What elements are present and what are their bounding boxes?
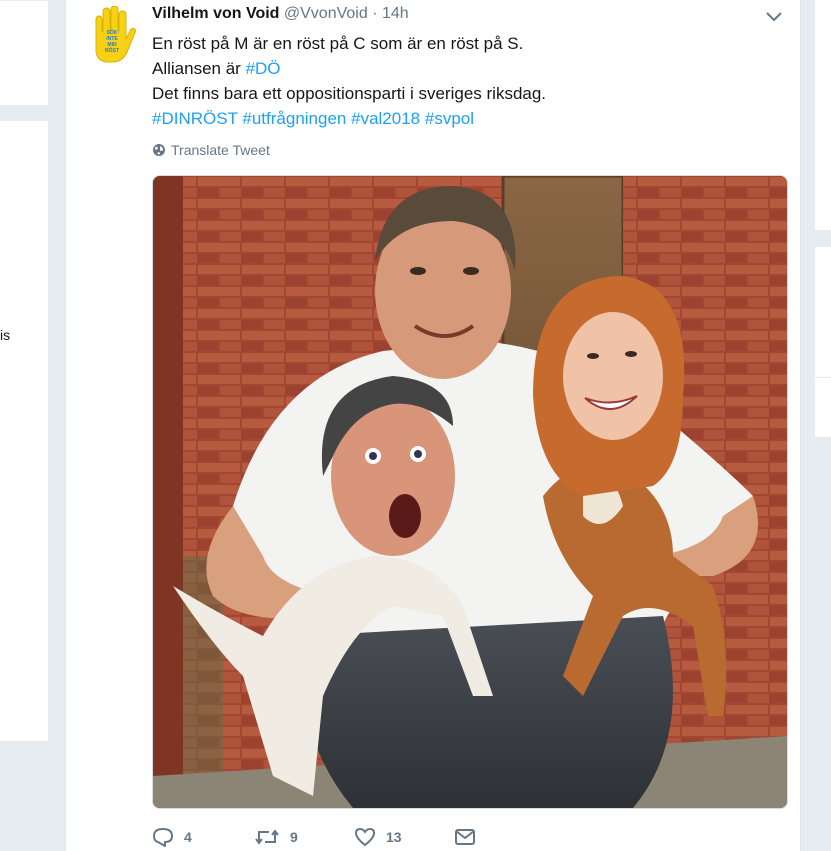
reply-icon [153,828,173,847]
right-sidebar-card [815,0,831,230]
hashtag-line: #DINRÖST #utfrågningen #val2018 #svpol [152,106,772,131]
globe-icon [153,144,165,156]
direct-message-button[interactable] [454,828,476,846]
hashtag-link[interactable]: #svpol [425,109,474,128]
chevron-down-icon[interactable] [765,10,783,24]
photo-illustration [153,176,787,808]
like-count: 13 [386,829,402,845]
tweet-text: En röst på M är en röst på C som är en r… [152,31,772,131]
author-name[interactable]: Vilhelm von Void [152,5,279,22]
right-sidebar-card [815,246,831,437]
retweet-count: 9 [290,829,298,845]
raised-hand-logo: SÖK INTE MIN RÖST [95,5,136,63]
tweet-text-line: Det finns bara ett oppositionsparti i sv… [152,84,547,103]
author-handle[interactable]: @VvonVoid [284,5,368,22]
avatar-logo-text: SÖK [107,29,118,36]
tweet-header: Vilhelm von Void @VvonVoid · 14h [152,5,409,23]
reply-count: 4 [184,829,192,845]
hashtag-link[interactable]: #utfrågningen [242,109,346,128]
hashtag-link[interactable]: #DÖ [246,59,281,78]
separator-dot: · [372,5,378,22]
tweet-text-line: Alliansen är #DÖ [152,56,772,81]
retweet-button[interactable]: 9 [254,827,298,847]
hashtag-link[interactable]: #DINRÖST [152,109,238,128]
tweet-text-fragment: Alliansen är [152,59,246,78]
hashtag-link[interactable]: #val2018 [351,109,420,128]
avatar[interactable]: SÖK INTE MIN RÖST [86,5,136,64]
translate-label: Translate Tweet [171,142,270,158]
retweet-icon [255,829,279,845]
left-sidebar-text-fragment: is [0,327,11,343]
left-sidebar-card [0,120,49,742]
left-sidebar-card [0,0,49,106]
tweet-timestamp[interactable]: 14h [382,5,409,22]
envelope-icon [455,829,475,845]
right-sidebar-divider [815,377,831,378]
tweet-card[interactable]: SÖK INTE MIN RÖST Vilhelm von Void @Vvon… [65,0,801,851]
translate-tweet-link[interactable]: Translate Tweet [152,142,270,158]
avatar-logo-text: RÖST [105,47,119,54]
heart-icon [354,827,376,847]
tweet-photo[interactable] [152,175,788,809]
tweet-text-line: En röst på M är en röst på C som är en r… [152,34,524,53]
like-button[interactable]: 13 [354,827,402,847]
reply-button[interactable]: 4 [152,827,192,847]
